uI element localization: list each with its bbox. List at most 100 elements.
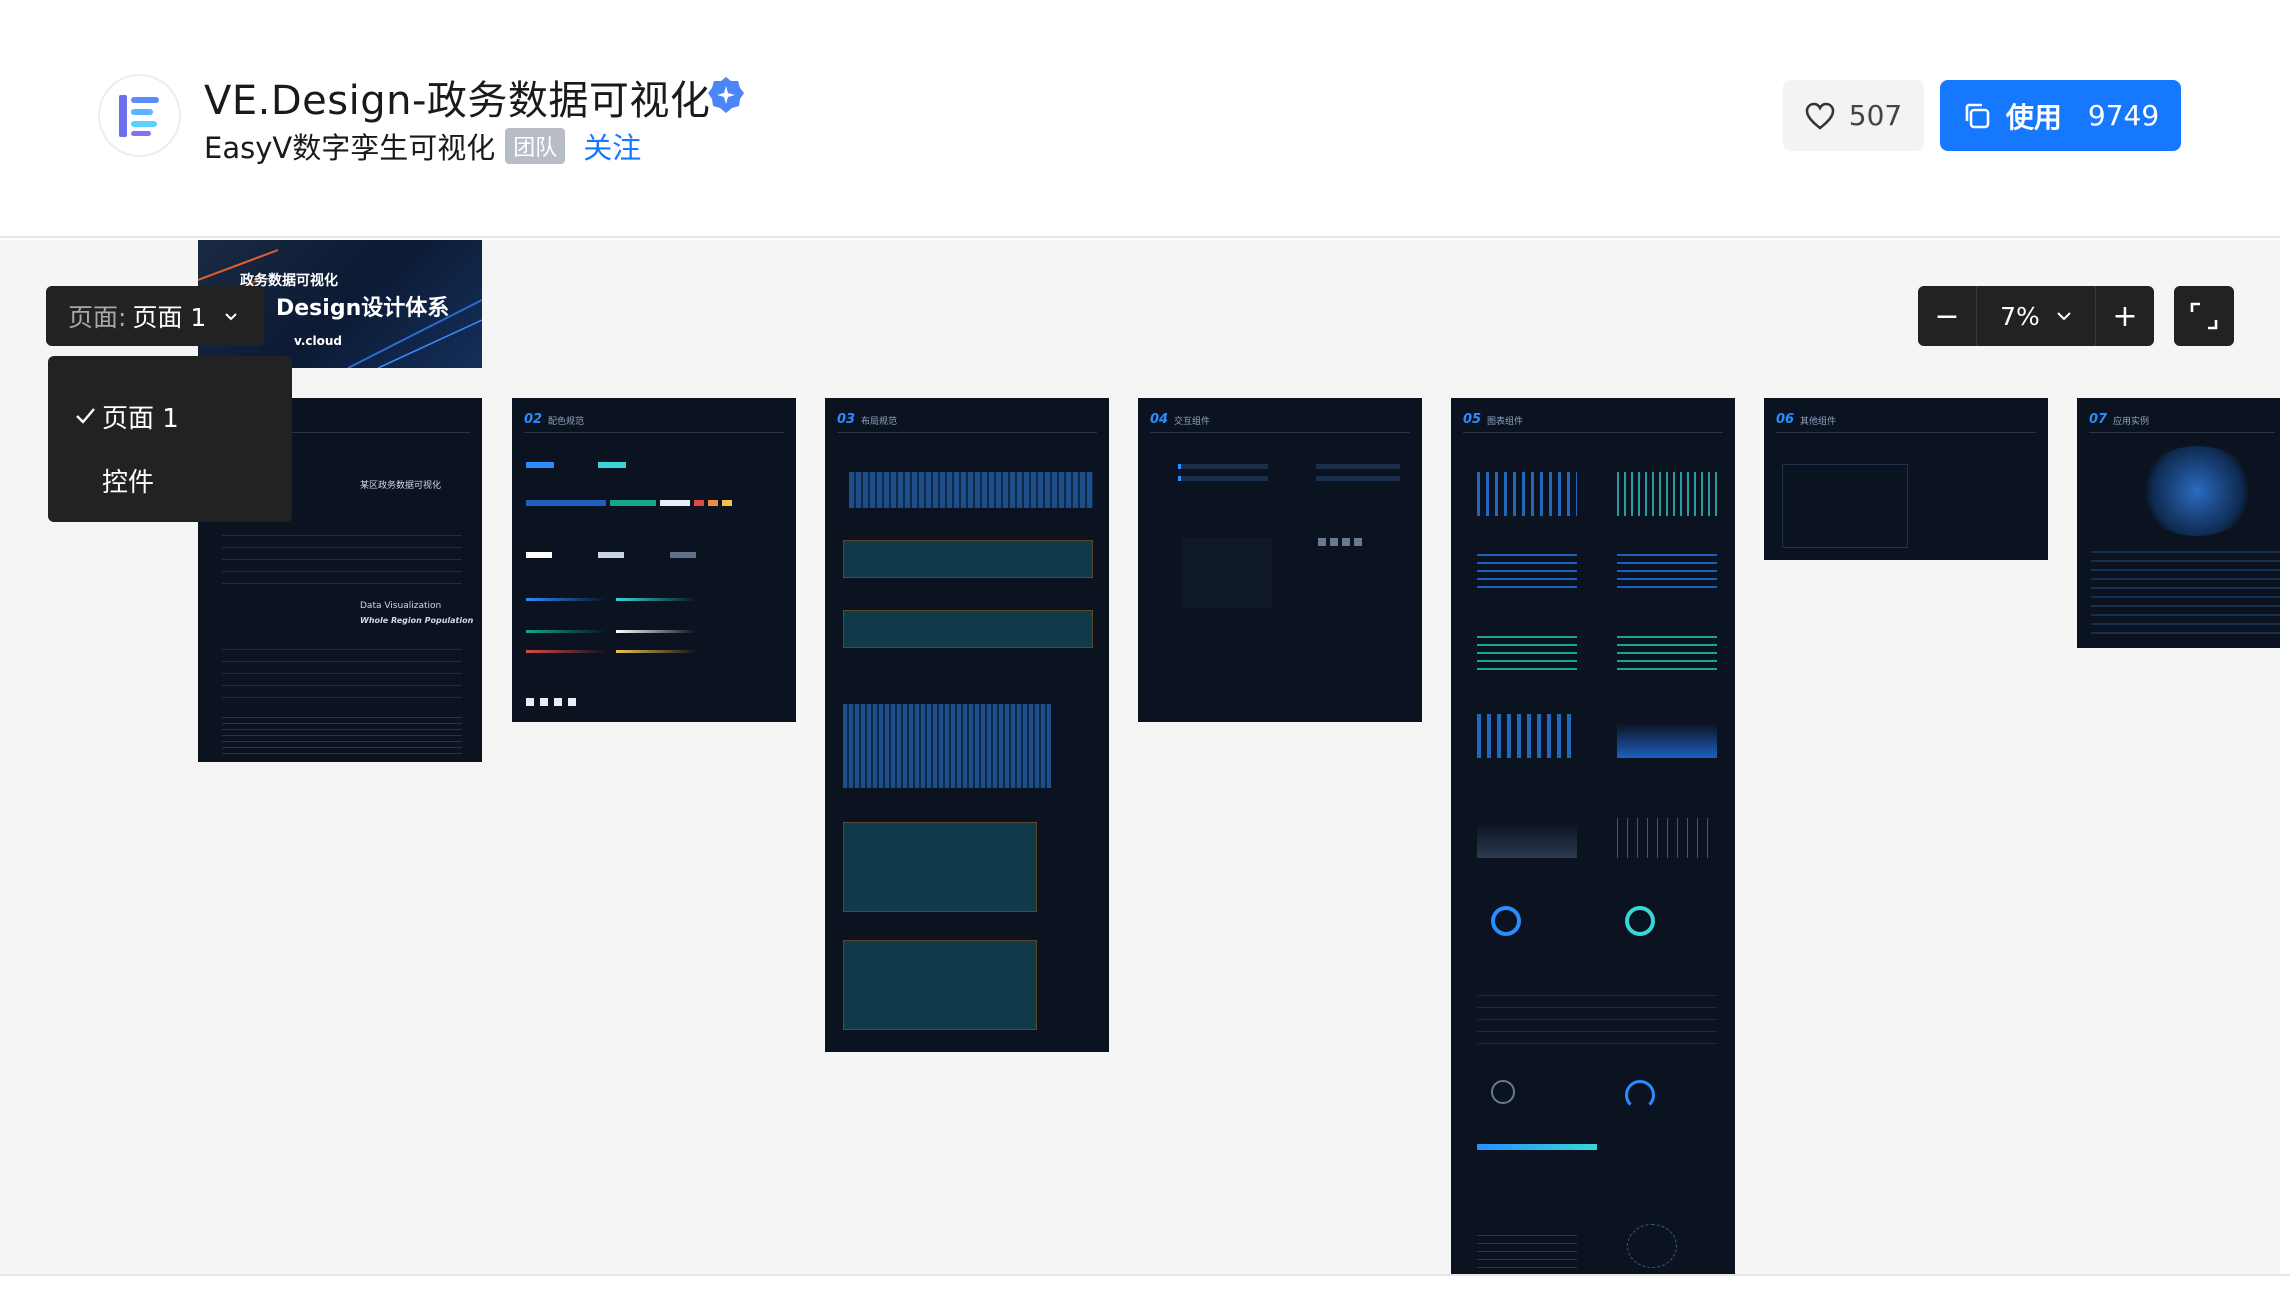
hbar-chart-thumb xyxy=(1477,548,1577,588)
bar-chart-thumb xyxy=(1617,472,1717,516)
page-selector[interactable]: 页面: 页面 1 xyxy=(46,286,264,346)
color-swatch xyxy=(670,552,696,558)
team-avatar[interactable] xyxy=(98,74,181,157)
page-selector-label: 页面: xyxy=(68,303,127,332)
text-list-thumb xyxy=(1477,1228,1577,1268)
zoom-out-button[interactable]: − xyxy=(1918,286,1976,346)
color-swatch xyxy=(526,462,554,468)
color-swatch xyxy=(722,500,732,506)
input-sample xyxy=(1178,464,1268,469)
color-swatch xyxy=(526,552,552,558)
layout-grid xyxy=(843,704,1051,788)
team-badge: 团队 xyxy=(505,128,566,164)
use-button[interactable]: 使用 9749 xyxy=(1940,80,2181,151)
hbar-chart-thumb xyxy=(1617,636,1717,670)
right-scroll-edge xyxy=(2280,0,2290,1290)
gradient-swatch xyxy=(616,598,696,601)
sample-english-bold: Whole Region Population xyxy=(360,616,474,625)
gradient-swatch xyxy=(616,630,696,633)
board-divider xyxy=(2089,432,2275,433)
input-sample xyxy=(1178,476,1268,481)
color-swatch xyxy=(598,462,626,468)
popup-sample xyxy=(1782,464,1908,548)
zoom-level-select[interactable]: 7% xyxy=(1976,286,2096,346)
heart-icon xyxy=(1805,102,1835,130)
zoom-in-button[interactable]: + xyxy=(2096,286,2154,346)
board-divider xyxy=(524,432,784,433)
layout-sample xyxy=(843,540,1093,578)
artboard-03[interactable]: 03 布局规范 xyxy=(825,398,1109,1052)
org-name[interactable]: EasyV数字孪生可视化 xyxy=(204,125,495,167)
like-count: 507 xyxy=(1848,99,1903,132)
sample-english: Data Visualization xyxy=(360,601,442,611)
board-divider xyxy=(837,432,1097,433)
follow-button[interactable]: 关注 xyxy=(583,125,641,167)
fullscreen-button[interactable] xyxy=(2174,286,2234,346)
number-spec-rows xyxy=(222,638,462,698)
cover-line-3: v.cloud xyxy=(294,334,343,348)
page-selector-value: 页面 1 xyxy=(132,303,207,332)
easyv-logo-icon xyxy=(118,94,159,137)
sample-heading: 某区政务数据可视化 xyxy=(360,481,442,491)
hbar-chart-thumb xyxy=(1617,548,1717,588)
board-divider xyxy=(1150,432,1410,433)
artboard-06[interactable]: 06 其他组件 xyxy=(1764,398,2048,560)
artboard-04[interactable]: 04 交互组件 xyxy=(1138,398,1422,722)
board-number: 04 xyxy=(1150,412,1169,427)
menu-item-controls[interactable]: 控件 xyxy=(48,448,292,512)
gradient-swatch xyxy=(526,630,606,633)
donut-chart-thumb xyxy=(1625,906,1655,936)
minus-icon: − xyxy=(1934,298,1960,334)
board-divider xyxy=(1776,432,2036,433)
color-swatch xyxy=(610,500,656,506)
artboard-05[interactable]: 05 图表组件 xyxy=(1451,398,1735,1274)
cover-line-2: Design设计体系 xyxy=(276,296,450,321)
control-panel xyxy=(1182,538,1272,608)
fullscreen-icon xyxy=(2190,302,2218,330)
page-dropdown-menu: 页面 1 控件 xyxy=(48,356,292,522)
chevron-down-icon xyxy=(2057,312,2071,321)
type-spec-rows xyxy=(222,524,462,584)
board-number: 03 xyxy=(837,412,856,427)
color-swatch xyxy=(694,500,704,506)
board-number: 07 xyxy=(2089,412,2108,427)
dashboard-thumb xyxy=(2091,548,2280,634)
chevron-down-icon xyxy=(225,313,238,321)
gauge-thumb xyxy=(1491,1080,1515,1104)
line-chart-thumb xyxy=(1477,818,1577,858)
menu-item-page-1[interactable]: 页面 1 xyxy=(48,384,292,448)
zoom-controls: − 7% + xyxy=(1918,286,2154,346)
input-sample xyxy=(1316,464,1400,469)
zoom-level-value: 7% xyxy=(2000,301,2040,331)
menu-item-label: 页面 1 xyxy=(102,403,179,434)
color-swatch xyxy=(598,552,624,558)
indicator-rows xyxy=(1477,994,1717,1044)
color-swatch xyxy=(526,500,606,506)
use-label: 使用 xyxy=(2005,100,2062,134)
color-swatch xyxy=(660,500,690,506)
input-sample xyxy=(1316,476,1400,481)
layout-sample xyxy=(843,822,1037,912)
bubble-thumb xyxy=(1627,1224,1677,1268)
bottom-edge xyxy=(0,1274,2290,1290)
author-row: EasyV数字孪生可视化 团队 关注 xyxy=(204,125,641,167)
board-number: 06 xyxy=(1776,412,1795,427)
board-title: 配色规范 xyxy=(548,417,585,427)
like-button[interactable]: 507 xyxy=(1783,80,1924,151)
toggle-samples xyxy=(1318,538,1362,546)
board-title: 图表组件 xyxy=(1487,417,1524,427)
line-chart-thumb xyxy=(1617,818,1717,858)
brain-visual-thumb xyxy=(2137,446,2257,536)
bar-chart-thumb xyxy=(1477,714,1577,758)
hbar-chart-thumb xyxy=(1477,636,1577,670)
layout-sample xyxy=(843,610,1093,648)
artboard-07[interactable]: 07 应用实例 xyxy=(2077,398,2280,648)
page-title: VE.Design-政务数据可视化 xyxy=(204,78,711,124)
design-canvas[interactable]: 政务数据可视化 Design设计体系 v.cloud 某区政务数据可视化 Dat… xyxy=(0,240,2280,1274)
board-number: 05 xyxy=(1463,412,1482,427)
artboard-02[interactable]: 02 配色规范 xyxy=(512,398,796,722)
copy-icon xyxy=(1965,103,1990,128)
color-swatch xyxy=(708,500,718,506)
use-count: 9749 xyxy=(2087,99,2160,132)
board-title: 交互组件 xyxy=(1174,417,1211,427)
